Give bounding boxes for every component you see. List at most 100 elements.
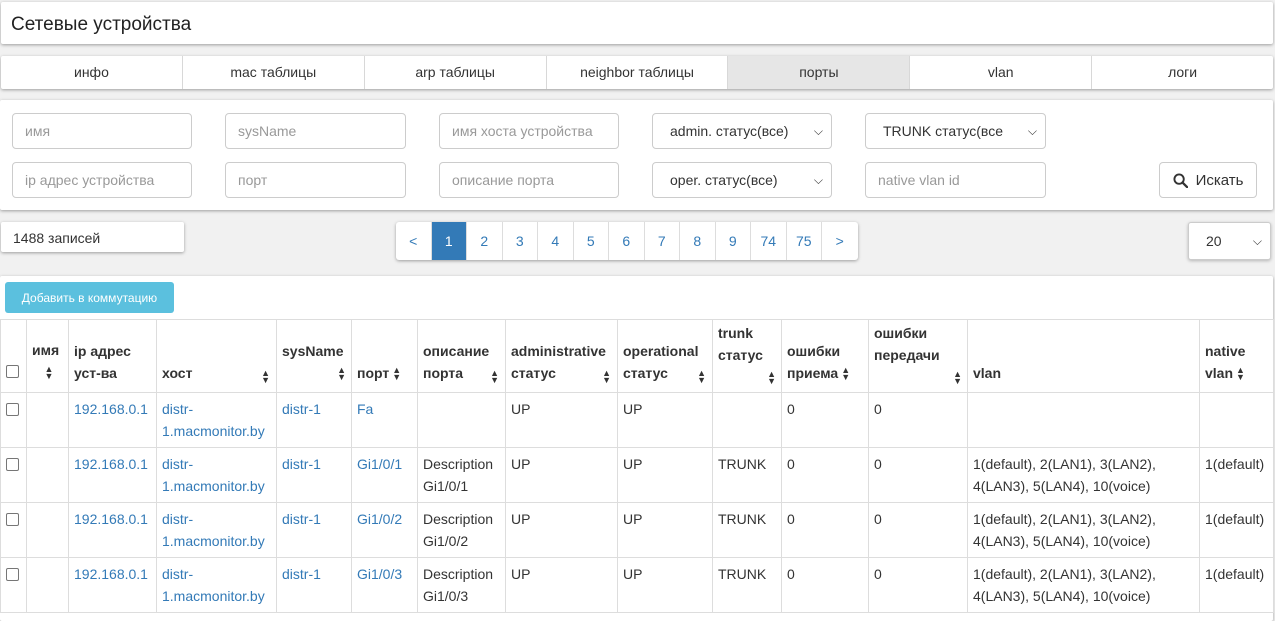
admin-status-select[interactable]: admin. статус(все) ⌵: [652, 113, 832, 149]
sort-icon[interactable]: ▲ ▼: [45, 365, 54, 381]
ip-link[interactable]: 192.168.0.1: [74, 511, 148, 527]
sort-icon[interactable]: ▲ ▼: [261, 369, 270, 385]
col-name[interactable]: имя ▲ ▼: [26, 319, 69, 393]
tab-logs[interactable]: логи: [1092, 56, 1273, 89]
port-link[interactable]: Gi1/0/1: [357, 456, 402, 472]
col-description[interactable]: описание порта ▲ ▼: [417, 319, 506, 393]
cell-sysname: distr-1: [276, 392, 352, 448]
host-link[interactable]: distr- 1.macmonitor.by: [162, 566, 265, 604]
desc-line2: Gi1/0/2: [423, 533, 469, 549]
tab-info[interactable]: инфо: [1, 56, 183, 89]
vlan-line2: 4(LAN3), 5(LAN4), 10(voice): [973, 533, 1151, 549]
port-link[interactable]: Gi1/0/2: [357, 511, 402, 527]
native-vlan-filter-input[interactable]: [865, 162, 1046, 198]
col-admin-label-1: administrative: [511, 343, 606, 359]
tab-arp-tables[interactable]: arp таблицы: [365, 56, 547, 89]
host-link[interactable]: distr- 1.macmonitor.by: [162, 511, 265, 549]
host-link[interactable]: distr- 1.macmonitor.by: [162, 456, 265, 494]
cell-oper-status: UP: [617, 502, 713, 558]
ip-link[interactable]: 192.168.0.1: [74, 401, 148, 417]
col-native-vlan[interactable]: native vlan ▲ ▼: [1199, 319, 1274, 393]
sort-icon[interactable]: ▲ ▼: [697, 369, 706, 385]
sort-icon[interactable]: ▲ ▼: [1236, 366, 1245, 382]
add-to-switching-button[interactable]: Добавить в коммутацию: [5, 282, 174, 313]
pagination-page-9[interactable]: 9: [716, 222, 751, 260]
row-select-cell: [0, 392, 27, 448]
ip-filter-input[interactable]: [12, 162, 192, 198]
desc-line2: Gi1/0/1: [423, 478, 469, 494]
cell-description: [417, 392, 506, 448]
pagination-page-2[interactable]: 2: [467, 222, 503, 260]
pagination-page-5[interactable]: 5: [574, 222, 609, 260]
port-description-filter-input[interactable]: [439, 162, 619, 198]
host-link-part1: distr-: [162, 401, 194, 417]
tab-vlan[interactable]: vlan: [910, 56, 1093, 89]
col-oper-label-2: статус: [623, 365, 668, 381]
pagination-page-6[interactable]: 6: [609, 222, 645, 260]
cell-name: [26, 557, 69, 613]
cell-tx-errors: 0: [868, 502, 968, 558]
select-all-checkbox[interactable]: [6, 365, 19, 378]
row-checkbox[interactable]: [6, 568, 19, 581]
sort-icon[interactable]: ▲ ▼: [767, 370, 776, 386]
pagination-prev[interactable]: <: [396, 222, 432, 260]
cell-name: [26, 392, 69, 448]
sort-icon[interactable]: ▲ ▼: [490, 369, 499, 385]
col-trunk-status[interactable]: trunk статус ▲ ▼: [712, 319, 782, 393]
sort-icon[interactable]: ▲ ▼: [392, 366, 401, 382]
pagination-page-7[interactable]: 7: [645, 222, 680, 260]
host-link[interactable]: distr- 1.macmonitor.by: [162, 401, 265, 439]
cell-trunk-status: TRUNK: [712, 502, 782, 558]
pagination-page-8[interactable]: 8: [680, 222, 716, 260]
col-rx-errors[interactable]: ошибки приема ▲ ▼: [781, 319, 869, 393]
port-filter-input[interactable]: [225, 162, 406, 198]
host-link-part1: distr-: [162, 456, 194, 472]
col-ip[interactable]: ip адрес уст-ва: [68, 319, 157, 393]
sysname-filter-input[interactable]: [225, 113, 406, 149]
sysname-link[interactable]: distr-1: [282, 401, 321, 417]
port-link[interactable]: Gi1/0/3: [357, 566, 402, 582]
name-filter-input[interactable]: [12, 113, 192, 149]
oper-status-select[interactable]: oper. статус(все) ⌵: [652, 162, 832, 198]
pagination-page-1[interactable]: 1: [431, 222, 467, 260]
pagination-page-3[interactable]: 3: [503, 222, 538, 260]
cell-port: Fa: [351, 392, 418, 448]
host-link-part2: 1.macmonitor.by: [162, 423, 265, 439]
tab-neighbor-tables[interactable]: neighbor таблицы: [547, 56, 729, 89]
col-port[interactable]: порт ▲ ▼: [351, 319, 418, 393]
col-sysname[interactable]: sysName ▲ ▼: [276, 319, 352, 393]
pagination-page-74[interactable]: 74: [751, 222, 787, 260]
sort-icon[interactable]: ▲ ▼: [337, 366, 346, 382]
col-oper-status[interactable]: operational статус ▲ ▼: [617, 319, 713, 393]
sort-icon[interactable]: ▲ ▼: [602, 369, 611, 385]
search-button[interactable]: Искать: [1159, 162, 1257, 198]
pagination-next[interactable]: >: [822, 222, 858, 260]
row-checkbox[interactable]: [6, 458, 19, 471]
sysname-link[interactable]: distr-1: [282, 456, 321, 472]
pagination-page-4[interactable]: 4: [538, 222, 574, 260]
port-link[interactable]: Fa: [357, 401, 373, 417]
sysname-link[interactable]: distr-1: [282, 566, 321, 582]
row-checkbox[interactable]: [6, 403, 19, 416]
page-size-select[interactable]: 20 ⌵: [1188, 222, 1271, 260]
cell-rx-errors: 0: [781, 557, 869, 613]
sort-icon[interactable]: ▲ ▼: [953, 370, 962, 386]
sysname-link[interactable]: distr-1: [282, 511, 321, 527]
trunk-status-select[interactable]: TRUNK статус(все ⌵: [865, 113, 1046, 149]
ip-link[interactable]: 192.168.0.1: [74, 566, 148, 582]
col-tx-errors[interactable]: ошибки передачи ▲ ▼: [868, 319, 968, 393]
col-admin-status[interactable]: administrative статус ▲ ▼: [505, 319, 618, 393]
tab-ports[interactable]: порты: [728, 56, 911, 89]
pagination-page-75[interactable]: 75: [787, 222, 822, 260]
table-row: 192.168.0.1 distr- 1.macmonitor.by distr-…: [0, 447, 1274, 503]
col-vlan[interactable]: vlan: [967, 319, 1200, 393]
pagination: < 1 2 3 4 5 6 7 8 9 74 75 >: [396, 222, 858, 260]
sort-icon[interactable]: ▲ ▼: [841, 366, 850, 382]
row-checkbox[interactable]: [6, 513, 19, 526]
col-host[interactable]: хост ▲ ▼: [156, 319, 277, 393]
col-ip-label-2: уст-ва: [74, 365, 117, 381]
cell-trunk-status: TRUNK: [712, 447, 782, 503]
ip-link[interactable]: 192.168.0.1: [74, 456, 148, 472]
tab-mac-tables[interactable]: mac таблицы: [183, 56, 365, 89]
hostname-filter-input[interactable]: [439, 113, 619, 149]
